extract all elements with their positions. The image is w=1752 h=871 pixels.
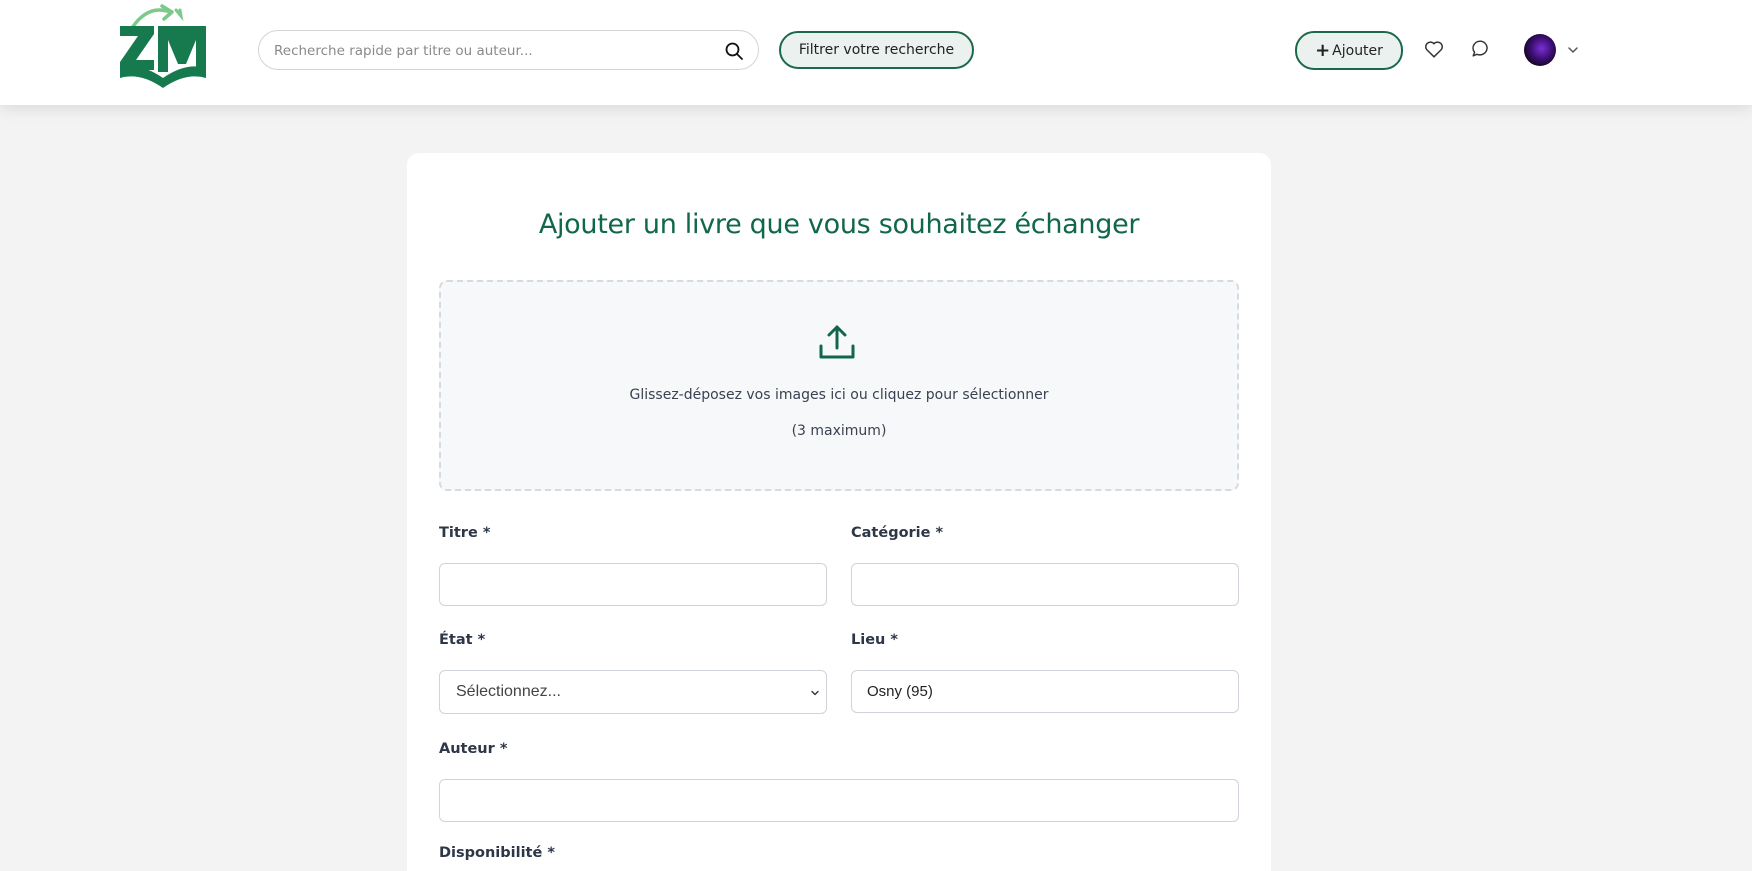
logo-icon	[120, 4, 206, 88]
user-avatar[interactable]	[1524, 34, 1556, 66]
lieu-label: Lieu *	[851, 632, 898, 648]
top-header: Filtrer votre recherche + Ajouter	[0, 0, 1752, 105]
titre-label: Titre *	[439, 525, 491, 541]
auteur-label: Auteur *	[439, 741, 508, 757]
add-book-form-card: Ajouter un livre que vous souhaitez écha…	[407, 153, 1271, 871]
auteur-input[interactable]	[439, 779, 1239, 822]
search-input[interactable]	[274, 40, 704, 62]
chat-bubble-icon[interactable]	[1470, 38, 1492, 60]
heart-icon[interactable]	[1423, 38, 1445, 60]
page-title: Ajouter un livre que vous souhaitez écha…	[538, 209, 1140, 240]
add-book-button[interactable]: + Ajouter	[1295, 31, 1403, 70]
titre-input[interactable]	[439, 563, 827, 606]
zm-logo[interactable]	[118, 2, 208, 88]
dropzone-limit: (3 maximum)	[791, 423, 887, 439]
add-button-label: Ajouter	[1332, 42, 1383, 59]
etat-select[interactable]: Sélectionnez...	[439, 670, 827, 714]
plus-icon: +	[1315, 39, 1331, 61]
search-bar	[258, 30, 759, 70]
filter-search-button[interactable]: Filtrer votre recherche	[779, 31, 974, 69]
etat-selected-value: Sélectionnez...	[456, 683, 561, 700]
dropzone-instructions: Glissez-déposez vos images ici ou clique…	[629, 387, 1049, 403]
etat-label: État *	[439, 632, 486, 648]
lieu-input[interactable]	[851, 670, 1239, 713]
categorie-label: Catégorie *	[851, 525, 944, 541]
disponibilite-label: Disponibilité *	[439, 845, 555, 861]
categorie-input[interactable]	[851, 563, 1239, 606]
image-dropzone[interactable]: Glissez-déposez vos images ici ou clique…	[439, 280, 1239, 491]
upload-icon	[819, 325, 855, 359]
chevron-down-icon	[811, 690, 819, 696]
chevron-down-icon[interactable]	[1566, 43, 1580, 57]
search-icon[interactable]	[724, 41, 744, 61]
